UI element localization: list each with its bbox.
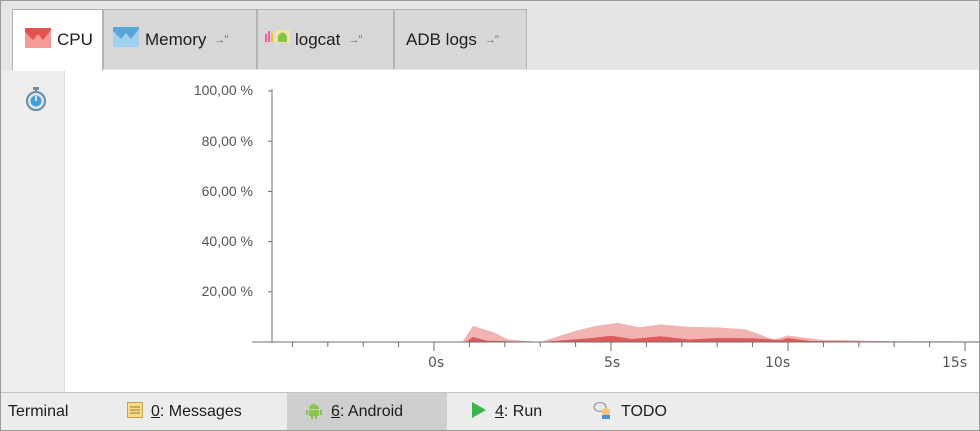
tab-label: ADB logs	[406, 29, 477, 49]
mnemonic: 4	[495, 403, 504, 420]
cpu-usage-chart: 100,00 % 80,00 % 60,00 % 40,00 % 20,00 %…	[65, 70, 979, 392]
tab-label: CPU	[57, 30, 93, 49]
button-label: : Messages	[159, 403, 242, 420]
todo-button[interactable]: TODO	[593, 393, 693, 430]
tab-adb-logs[interactable]: ADB logs →"	[394, 9, 527, 69]
messages-button[interactable]: 0: Messages	[123, 393, 287, 430]
chart-plot	[252, 89, 979, 351]
monitor-tab-strip: CPU Memory →" logcat →" ADB logs →"	[1, 1, 979, 71]
mnemonic: 0	[151, 403, 160, 420]
tool-window-bar: Terminal 0: Messages 6: Android 4: Run T	[1, 392, 979, 430]
cpu-monitor-window: CPU Memory →" logcat →" ADB logs →" 100,…	[0, 0, 980, 431]
messages-icon	[127, 401, 143, 423]
pin-icon[interactable]: →"	[348, 34, 362, 46]
monitor-toolbar	[1, 70, 65, 392]
run-button[interactable]: 4: Run	[471, 393, 571, 430]
android-button[interactable]: 6: Android	[287, 393, 447, 430]
cpu-chart-icon	[25, 27, 51, 53]
pin-icon[interactable]: →"	[214, 34, 228, 46]
memory-chart-icon	[113, 27, 139, 52]
mnemonic: 6	[331, 403, 340, 420]
tab-logcat[interactable]: logcat →"	[257, 9, 394, 69]
run-icon	[471, 401, 487, 424]
tab-label: logcat	[295, 29, 341, 49]
tab-label: Memory	[145, 29, 207, 49]
logcat-android-icon	[265, 28, 291, 51]
button-label: Terminal	[8, 403, 69, 420]
button-label: : Run	[503, 403, 543, 420]
todo-icon	[593, 401, 613, 424]
stopwatch-icon[interactable]	[25, 87, 47, 116]
button-label: TODO	[621, 403, 667, 420]
tab-cpu[interactable]: CPU	[12, 9, 103, 71]
android-icon	[305, 401, 323, 424]
tab-memory[interactable]: Memory →"	[103, 9, 257, 69]
terminal-button[interactable]: Terminal	[8, 393, 103, 430]
pin-icon[interactable]: →"	[485, 34, 499, 46]
button-label: : Android	[339, 403, 404, 420]
